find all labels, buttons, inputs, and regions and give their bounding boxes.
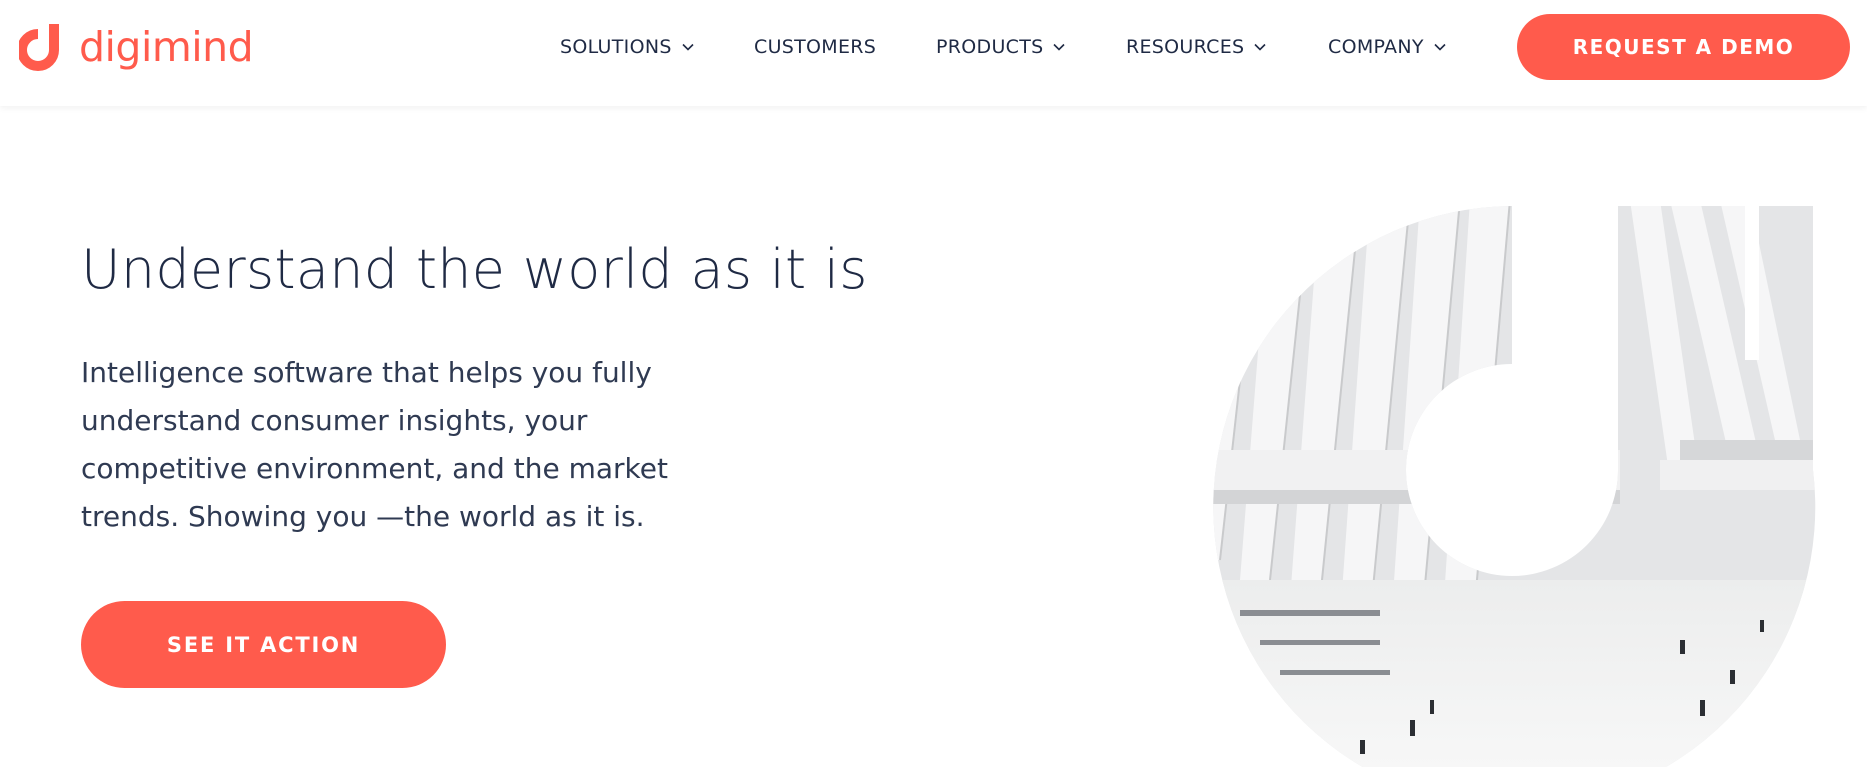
chevron-down-icon	[682, 43, 694, 51]
hero-title: Understand the world as it is	[81, 238, 868, 301]
logo-mark-icon	[19, 24, 59, 71]
nav-item-label: PRODUCTS	[936, 36, 1044, 58]
nav-item-company[interactable]: COMPANY	[1328, 35, 1446, 59]
nav-item-label: CUSTOMERS	[754, 36, 877, 58]
chevron-down-icon	[1053, 43, 1066, 51]
nav-item-products[interactable]: PRODUCTS	[936, 35, 1066, 59]
architecture-photo-in-logo-shape	[1213, 206, 1816, 767]
site-header: digimind SOLUTIONS CUSTOMERS PRODUCTS RE…	[0, 0, 1867, 106]
nav-item-resources[interactable]: RESOURCES	[1126, 35, 1266, 59]
nav-item-label: COMPANY	[1328, 36, 1424, 58]
digimind-logo[interactable]: digimind	[19, 20, 254, 74]
request-demo-button[interactable]: REQUEST A DEMO	[1517, 14, 1850, 80]
nav-item-label: SOLUTIONS	[560, 36, 672, 58]
hero-description: Intelligence software that helps you ful…	[81, 356, 668, 533]
nav-item-customers[interactable]: CUSTOMERS	[754, 35, 876, 59]
nav-item-label: RESOURCES	[1126, 36, 1245, 58]
nav-item-solutions[interactable]: SOLUTIONS	[560, 35, 694, 59]
logo-text: digimind	[79, 22, 254, 71]
chevron-down-icon	[1254, 43, 1266, 51]
chevron-down-icon	[1434, 43, 1446, 51]
see-it-action-button[interactable]: SEE IT ACTION	[81, 601, 446, 688]
